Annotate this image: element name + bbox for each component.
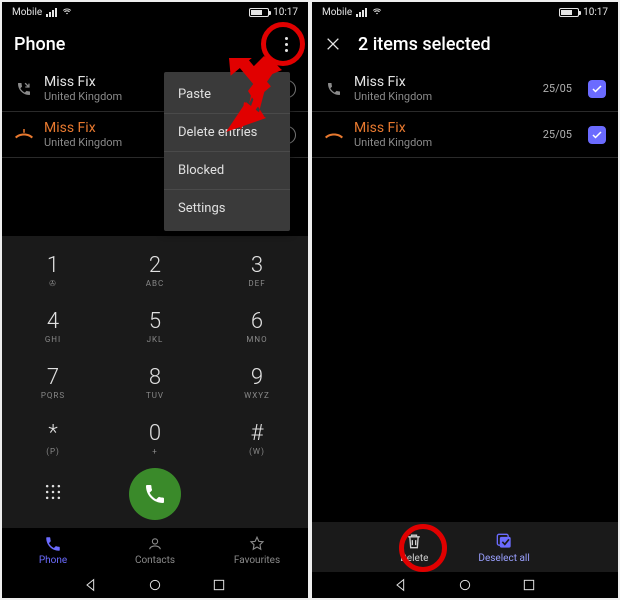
key-2[interactable]: 2ABC [146,253,164,288]
deselect-all-button[interactable]: Deselect all [478,531,529,564]
signal-icon [356,8,367,17]
call-date: 25/05 [543,128,572,141]
status-bar: Mobile 10:17 [2,2,308,22]
keypad-toggle-icon[interactable] [43,482,63,506]
tab-favourites[interactable]: Favourites [206,528,308,572]
tab-label: Contacts [135,555,175,566]
overflow-menu: Paste Delete entries Blocked Settings [164,72,290,231]
screenshot-phone-dialer: Mobile 10:17 Phone Miss Fix United Kingd… [2,2,308,598]
page-title: Phone [14,34,65,55]
call-date: 25/05 [543,82,572,95]
key-1[interactable]: 1✇ [47,253,59,288]
wifi-icon [61,6,73,19]
tab-contacts[interactable]: Contacts [104,528,206,572]
overflow-menu-icon[interactable] [276,30,296,58]
back-icon[interactable] [83,577,99,593]
key-0[interactable]: 0+ [149,421,161,456]
recent-icon[interactable] [521,577,537,593]
call-outgoing-icon [324,81,344,97]
recent-icon[interactable] [211,577,227,593]
app-header: Phone [2,22,308,66]
tab-label: Favourites [234,555,280,566]
contact-name: Miss Fix [354,74,533,90]
checkbox-checked[interactable] [588,80,606,98]
carrier-label: Mobile [12,7,42,18]
battery-icon [249,8,269,17]
screenshot-delete-selection: Mobile 10:17 2 items selected Miss Fix U… [312,2,618,598]
home-icon[interactable] [147,577,163,593]
key-star[interactable]: *(P) [46,421,60,456]
contact-sub: United Kingdom [354,90,533,103]
key-4[interactable]: 4GHI [45,309,61,344]
key-8[interactable]: 8TUV [146,365,164,400]
signal-icon [46,8,57,17]
call-button[interactable] [129,468,181,520]
call-log-row[interactable]: Miss Fix United Kingdom 25/05 [312,112,618,158]
close-icon[interactable] [324,35,342,53]
key-7[interactable]: 7PQRS [41,365,65,400]
key-hash[interactable]: #(W) [249,421,265,456]
contact-sub: United Kingdom [354,136,533,149]
menu-item-paste[interactable]: Paste [164,76,290,114]
status-bar: Mobile 10:17 [312,2,618,22]
deselect-label: Deselect all [478,553,529,564]
menu-item-delete-entries[interactable]: Delete entries [164,114,290,152]
battery-icon [559,8,579,17]
selection-header: 2 items selected [312,22,618,66]
menu-item-settings[interactable]: Settings [164,190,290,227]
wifi-icon [371,6,383,19]
android-nav-bar [312,572,618,598]
clock-label: 10:17 [583,7,608,18]
clock-label: 10:17 [273,7,298,18]
android-nav-bar [2,572,308,598]
call-outgoing-icon [14,81,34,97]
dial-pad: 1✇ 2ABC 3DEF 4GHI 5JKL 6MNO 7PQRS 8TUV 9… [2,236,308,528]
contact-name: Miss Fix [354,120,533,136]
home-icon[interactable] [457,577,473,593]
bottom-nav: Phone Contacts Favourites [2,528,308,572]
back-icon[interactable] [393,577,409,593]
selection-title: 2 items selected [358,34,491,55]
key-5[interactable]: 5JKL [147,309,164,344]
key-6[interactable]: 6MNO [246,309,267,344]
checkbox-checked[interactable] [588,126,606,144]
call-missed-icon [324,128,344,142]
key-9[interactable]: 9WXYZ [244,365,270,400]
call-log-row[interactable]: Miss Fix United Kingdom 25/05 [312,66,618,112]
tab-phone[interactable]: Phone [2,528,104,572]
tab-label: Phone [39,555,67,566]
call-missed-icon [14,128,34,142]
selection-action-bar: Delete Deselect all [312,522,618,572]
key-3[interactable]: 3DEF [248,253,265,288]
menu-item-blocked[interactable]: Blocked [164,152,290,190]
carrier-label: Mobile [322,7,352,18]
delete-label: Delete [400,553,428,564]
delete-button[interactable]: Delete [400,531,428,564]
